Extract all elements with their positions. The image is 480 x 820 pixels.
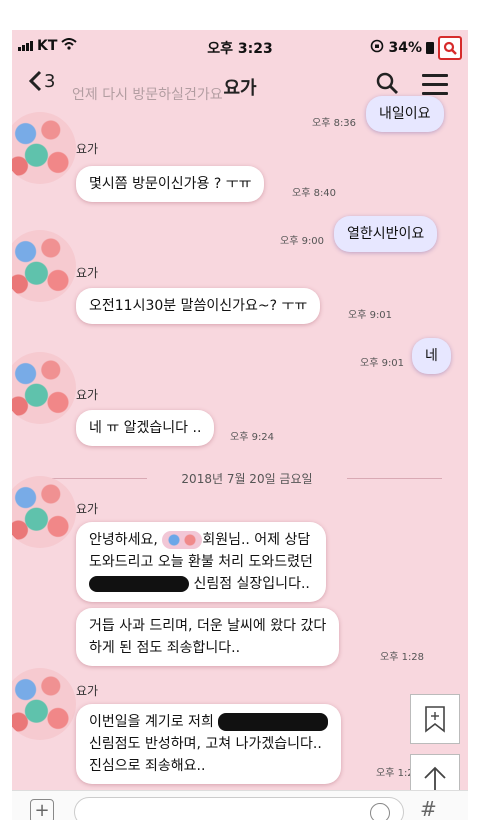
message-line: 하게 된 점도 죄송합니다.. bbox=[89, 640, 241, 656]
bookmark-icon bbox=[425, 706, 445, 733]
sender-name: 요가 bbox=[76, 388, 99, 402]
message-line: 회원님.. 어제 상담 bbox=[202, 532, 311, 548]
orientation-lock-icon bbox=[370, 39, 384, 57]
message-time: 오후 9:01 bbox=[348, 310, 393, 321]
incoming-message[interactable]: 안녕하세요, 회원님.. 어제 상담 도와드리고 오늘 환불 처리 도와드렸던 … bbox=[76, 522, 326, 602]
incoming-message[interactable]: 거듭 사과 드리며, 더운 날씨에 왔다 갔다 하게 된 점도 죄송합니다.. bbox=[76, 608, 340, 666]
sender-name: 요가 bbox=[76, 266, 99, 280]
message-input[interactable] bbox=[74, 797, 404, 820]
bookmark-button[interactable] bbox=[410, 694, 460, 744]
message-time: 오후 1:2 bbox=[376, 768, 414, 779]
hashtag-icon[interactable]: # bbox=[420, 797, 437, 820]
message-time: 오후 8:36 bbox=[312, 118, 357, 129]
sender-name: 요가 bbox=[76, 684, 99, 698]
message-time: 오후 8:40 bbox=[292, 188, 337, 199]
search-icon[interactable] bbox=[376, 72, 398, 98]
avatar[interactable] bbox=[12, 112, 76, 184]
input-bar: + # bbox=[12, 790, 468, 820]
message-line: 이번일을 계기로 저희 bbox=[89, 714, 214, 730]
sender-name: 요가 bbox=[76, 142, 99, 156]
avatar[interactable] bbox=[12, 230, 76, 302]
redaction-mark bbox=[218, 713, 329, 731]
incoming-message[interactable]: 오전11시30분 말씀이신가요~? ㅜㅠ bbox=[76, 288, 321, 324]
message-time: 오후 9:01 bbox=[360, 358, 405, 369]
incoming-message[interactable]: 몇시쯤 방문이신가용 ? ㅜㅠ bbox=[76, 166, 265, 202]
search-badge-icon[interactable] bbox=[438, 36, 462, 60]
status-bar: KT 오후 3:23 34% bbox=[12, 30, 468, 60]
blurred-name bbox=[162, 531, 203, 549]
message-time: 오후 9:00 bbox=[280, 236, 325, 247]
message-line: 안녕하세요, bbox=[89, 532, 158, 548]
battery-percent: 34% bbox=[388, 40, 422, 56]
incoming-message[interactable]: 네 ㅠ 알겠습니다 .. bbox=[76, 410, 215, 446]
message-time: 오후 9:24 bbox=[230, 432, 275, 443]
arrow-up-icon bbox=[424, 766, 446, 791]
redaction-mark bbox=[89, 576, 189, 592]
message-line: 도와드리고 오늘 환불 처리 도와드렸던 bbox=[89, 554, 313, 570]
avatar[interactable] bbox=[12, 668, 76, 740]
date-separator: 2018년 7월 20일 금요일 bbox=[52, 470, 442, 487]
incoming-message[interactable]: 이번일을 계기로 저희 신림점도 반성하며, 고쳐 나가겠습니다.. 진심으로 … bbox=[76, 704, 342, 784]
avatar[interactable] bbox=[12, 352, 76, 424]
sender-name: 요가 bbox=[76, 502, 99, 516]
message-line: 진심으로 죄송해요.. bbox=[89, 758, 206, 774]
message-time: 오후 1:28 bbox=[380, 652, 425, 663]
message-line: 거듭 사과 드리며, 더운 날씨에 왔다 갔다 bbox=[89, 618, 327, 634]
outgoing-message[interactable]: 내일이요 bbox=[366, 96, 444, 132]
add-attachment-button[interactable]: + bbox=[30, 799, 54, 820]
message-line: 신림점 실장입니다.. bbox=[193, 576, 310, 592]
message-line: 신림점도 반성하며, 고쳐 나가겠습니다.. bbox=[89, 736, 322, 752]
outgoing-message[interactable]: 열한시반이요 bbox=[334, 216, 438, 252]
avatar[interactable] bbox=[12, 476, 76, 548]
battery-icon bbox=[426, 42, 434, 54]
emoji-icon[interactable] bbox=[370, 803, 390, 820]
outgoing-message[interactable]: 네 bbox=[412, 338, 451, 374]
chat-screen: KT 오후 3:23 34% 언제 다시 방문하실건가요 3 요가 오후 8:3… bbox=[12, 30, 468, 820]
